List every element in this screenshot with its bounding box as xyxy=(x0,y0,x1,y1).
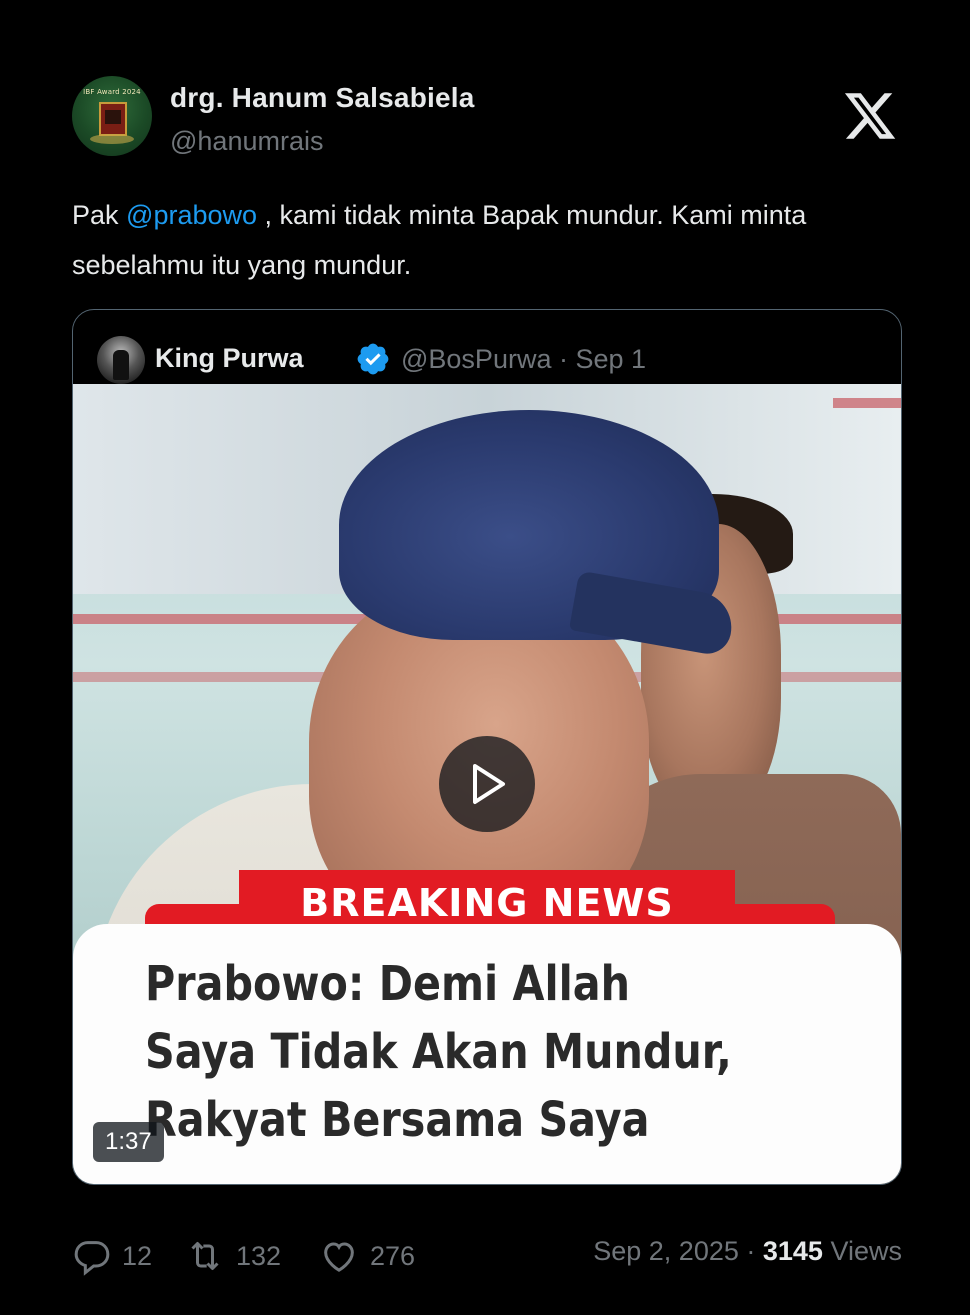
video-duration: 1:37 xyxy=(93,1122,164,1162)
tweet-text: Pak @prabowo , kami tidak minta Bapak mu… xyxy=(72,190,892,290)
headline-line: Prabowo: Demi Allah xyxy=(145,956,631,1012)
avatar-award-text: IBF Award 2024 xyxy=(83,88,141,96)
verified-badge-icon xyxy=(357,343,389,375)
quoted-author-avatar[interactable] xyxy=(97,336,145,384)
tweet-meta: Sep 2, 2025 · 3145 Views xyxy=(593,1236,902,1267)
reply-icon xyxy=(74,1241,110,1276)
retweet-icon xyxy=(191,1242,219,1270)
quoted-author-name[interactable]: King Purwa xyxy=(155,343,304,374)
retweet-button[interactable]: 132 xyxy=(184,1234,281,1278)
author-name[interactable]: drg. Hanum Salsabiela xyxy=(170,82,475,114)
author-avatar[interactable]: IBF Award 2024 xyxy=(72,76,152,156)
video-player[interactable]: BREAKING NEWS Prabowo: Demi Allah Saya T… xyxy=(73,384,901,1184)
tweet-footer: 12 132 276 Sep 2, 2025 · 3145 Views xyxy=(72,1228,902,1284)
headline-line: Rakyat Bersama Saya xyxy=(145,1092,650,1148)
quoted-handle-date[interactable]: @BosPurwa · Sep 1 xyxy=(401,344,646,375)
author-handle[interactable]: @hanumrais xyxy=(170,126,323,157)
x-logo-icon[interactable] xyxy=(842,88,898,144)
retweet-count: 132 xyxy=(236,1240,282,1271)
tweet-text-part: Pak xyxy=(72,200,127,230)
mention-link[interactable]: @prabowo xyxy=(126,200,257,230)
video-headline: Prabowo: Demi Allah Saya Tidak Akan Mund… xyxy=(145,950,747,1154)
like-count: 276 xyxy=(370,1240,416,1271)
tweet-date[interactable]: Sep 2, 2025 · xyxy=(593,1236,763,1266)
views-label: Views xyxy=(822,1236,902,1266)
quoted-tweet[interactable]: King Purwa @BosPurwa · Sep 1 BREAKING NE… xyxy=(72,309,902,1185)
play-icon xyxy=(473,764,505,804)
reply-button[interactable]: 12 xyxy=(72,1234,152,1278)
quoted-tweet-header: King Purwa @BosPurwa · Sep 1 xyxy=(97,336,877,384)
play-button[interactable] xyxy=(439,736,535,832)
like-button[interactable]: 276 xyxy=(318,1234,415,1278)
heart-icon xyxy=(324,1242,354,1272)
views-count: 3145 xyxy=(762,1236,823,1266)
avatar-book-image xyxy=(99,102,127,136)
headline-line: Saya Tidak Akan Mundur, xyxy=(145,1024,732,1080)
tweet-header: IBF Award 2024 drg. Hanum Salsabiela @ha… xyxy=(72,76,902,160)
reply-count: 12 xyxy=(122,1240,153,1271)
breaking-news-banner: BREAKING NEWS xyxy=(300,881,674,925)
